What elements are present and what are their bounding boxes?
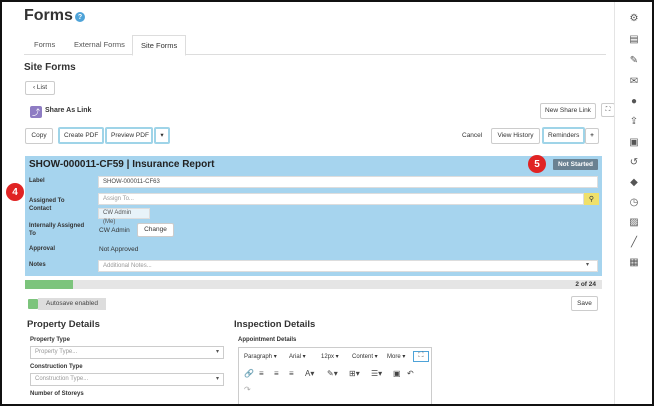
contact-icon[interactable]: ▣ (628, 136, 640, 148)
reminders-button[interactable]: Reminders (542, 127, 585, 144)
right-sidebar: ⚙ ▤ ✎ ✉ ● ⇪ ▣ ↺ ◆ ◷ ▨ ╱ ▦ (614, 2, 652, 404)
brush-icon[interactable]: ╱ (628, 236, 640, 248)
content-select[interactable]: Content ▾ (352, 353, 378, 360)
cancel-link[interactable]: Cancel (462, 132, 482, 139)
copy-button[interactable]: Copy (25, 128, 53, 144)
caret-down-icon: ▾ (215, 376, 219, 382)
property-type-select[interactable]: Property Type... ▾ (30, 346, 224, 359)
text-color-icon[interactable]: A▾ (305, 369, 314, 378)
more-select[interactable]: More ▾ (387, 353, 405, 360)
progress-label: 2 of 24 (575, 281, 596, 288)
tab-forms[interactable]: Forms (26, 35, 63, 55)
appointment-details-label: Appointment Details (238, 337, 297, 343)
upload-icon[interactable]: ⇪ (628, 115, 640, 127)
autosave-toggle[interactable] (28, 299, 38, 309)
clock-icon[interactable]: ◷ (628, 196, 640, 208)
form-title: SHOW-000011-CF59 | Insurance Report (29, 159, 215, 170)
save-button[interactable]: Save (571, 296, 598, 311)
help-icon[interactable]: ? (75, 12, 85, 22)
new-share-link-button[interactable]: New Share Link (540, 103, 596, 119)
caret-down-icon: ▾ (215, 349, 219, 355)
tab-bar: Forms External Forms Site Forms (24, 35, 606, 56)
gear-icon[interactable]: ⚙ (628, 12, 640, 24)
construction-type-select[interactable]: Construction Type... ▾ (30, 373, 224, 386)
form-details-panel: SHOW-000011-CF59 | Insurance Report Not … (25, 156, 602, 276)
pdf-dropdown-button[interactable]: ▾ (154, 127, 170, 144)
share-as-link[interactable]: Share As Link (45, 107, 91, 114)
notes-label: Notes (29, 262, 46, 268)
inspection-details-title: Inspection Details (234, 319, 316, 330)
list-icon[interactable]: ☰▾ (371, 369, 382, 378)
fullscreen-icon[interactable]: ⛶ (601, 103, 614, 117)
share-icon[interactable]: ⤴ (30, 106, 42, 118)
notes-input[interactable]: Additional Notes... (98, 260, 598, 272)
highlight-icon[interactable]: ✎▾ (327, 369, 338, 378)
image-icon[interactable]: ▨ (628, 216, 640, 228)
label-field-label: Label (29, 178, 45, 184)
paragraph-select[interactable]: Paragraph ▾ (244, 353, 277, 360)
search-icon[interactable]: ⚲ (584, 193, 599, 205)
assigned-to-label: Assigned To Contact (29, 198, 65, 212)
bell-icon[interactable]: ◆ (628, 176, 640, 188)
tab-site-forms[interactable]: Site Forms (132, 35, 187, 56)
font-select[interactable]: Arial ▾ (289, 353, 306, 360)
tab-external-forms[interactable]: External Forms (66, 35, 133, 55)
progress-fill (25, 280, 74, 289)
property-type-placeholder: Property Type... (35, 349, 78, 355)
edit-icon[interactable]: ✎ (628, 54, 640, 66)
property-details-title: Property Details (27, 319, 100, 330)
section-heading: Site Forms (24, 62, 76, 73)
storeys-label: Number of Storeys (30, 391, 84, 397)
view-history-button[interactable]: View History (491, 128, 540, 144)
construction-type-label: Construction Type (30, 364, 83, 370)
align-center-icon[interactable]: ≡ (274, 369, 279, 378)
approval-label: Approval (29, 246, 56, 252)
rich-text-editor[interactable]: Paragraph ▾ Arial ▾ 12px ▾ Content ▾ Mor… (238, 347, 432, 404)
chat-icon[interactable]: ● (628, 95, 640, 107)
assign-to-input[interactable]: Assign To... (98, 193, 584, 205)
note-icon[interactable]: ▤ (628, 33, 640, 45)
plus-icon: + (590, 132, 594, 139)
size-select[interactable]: 12px ▾ (321, 353, 339, 360)
change-button[interactable]: Change (137, 223, 174, 237)
align-left-icon[interactable]: ≡ (259, 369, 264, 378)
property-type-label: Property Type (30, 337, 70, 343)
internally-assigned-label: Internally Assigned To (29, 223, 85, 237)
mail-icon[interactable]: ✉ (628, 75, 640, 87)
create-pdf-button[interactable]: Create PDF (58, 127, 104, 144)
callout-marker-right: 5 (528, 155, 546, 173)
caret-down-icon: ▾ (160, 132, 164, 139)
notes-dropdown-icon[interactable]: ▾ (586, 261, 589, 268)
assigned-chip[interactable]: CW Admin (Me) (98, 208, 150, 225)
fullscreen-editor-icon[interactable]: ⛶ (413, 351, 429, 362)
form-progress-bar: 2 of 24 (25, 280, 602, 289)
image-insert-icon[interactable]: ▣ (393, 369, 401, 378)
status-badge: Not Started (552, 159, 598, 170)
chevron-left-icon: ‹ (32, 84, 36, 91)
label-input[interactable]: SHOW-000011-CF63 (98, 176, 598, 188)
history-icon[interactable]: ↺ (628, 156, 640, 168)
internally-assigned-value: CW Admin (99, 227, 130, 234)
add-reminder-button[interactable]: + (585, 128, 599, 144)
page-title: Forms (24, 7, 73, 24)
autosave-label: Autosave enabled (38, 298, 107, 310)
main-content: Forms ? Forms External Forms Site Forms … (2, 2, 614, 404)
construction-type-placeholder: Construction Type... (35, 376, 89, 382)
redo-icon[interactable]: ↷ (244, 385, 251, 394)
undo-icon[interactable]: ↶ (407, 369, 414, 378)
list-button[interactable]: ‹ List (25, 81, 55, 95)
align-right-icon[interactable]: ≡ (289, 369, 294, 378)
calculator-icon[interactable]: ▦ (628, 256, 640, 268)
callout-marker-left: 4 (6, 183, 24, 201)
approval-value: Not Approved (99, 246, 139, 253)
preview-pdf-button[interactable]: Preview PDF (105, 127, 153, 144)
link-icon[interactable]: 🔗 (244, 369, 254, 378)
table-icon[interactable]: ⊞▾ (349, 369, 360, 378)
